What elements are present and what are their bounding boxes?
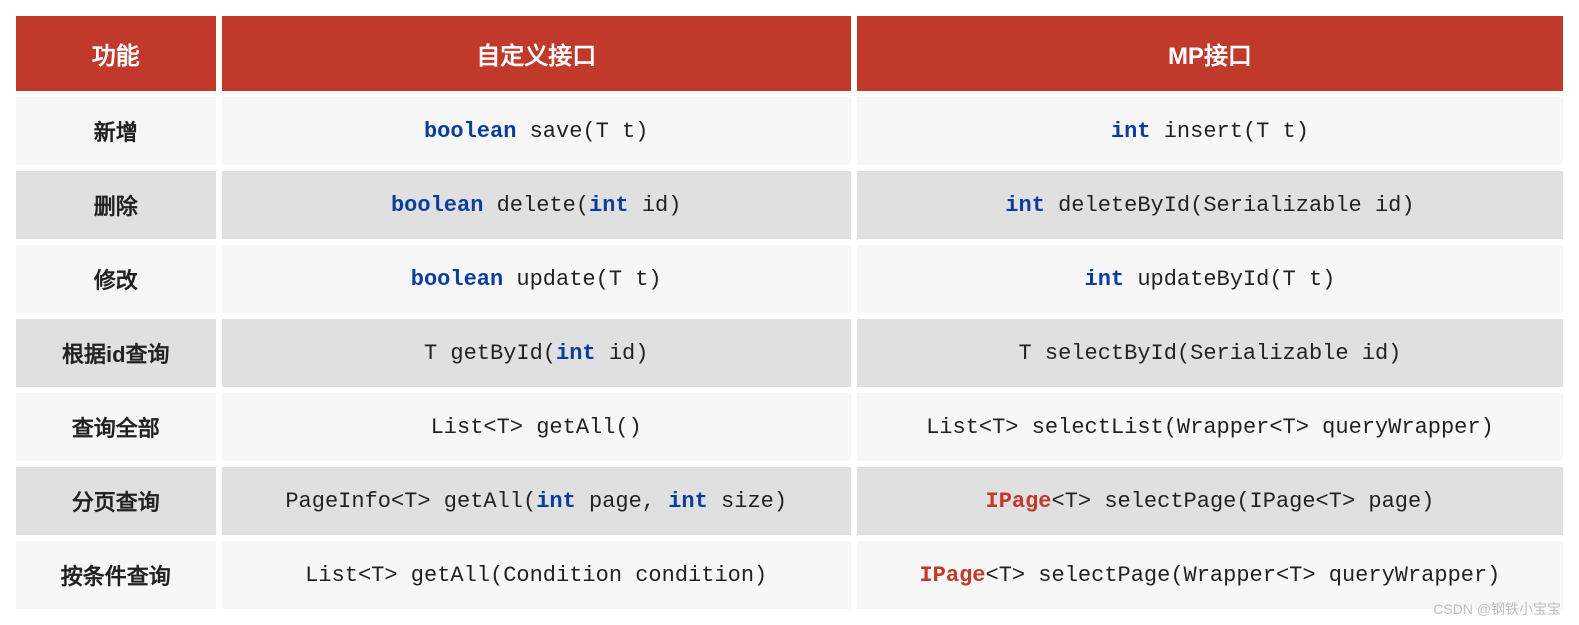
table-row: 修改boolean update(T t)int updateById(T t) xyxy=(16,245,1563,313)
custom-api-cell: List<T> getAll() xyxy=(222,393,851,461)
table-header-row: 功能 自定义接口 MP接口 xyxy=(16,16,1563,91)
row-label: 按条件查询 xyxy=(16,541,216,609)
table-row: 查询全部List<T> getAll()List<T> selectList(W… xyxy=(16,393,1563,461)
table-row: 新增boolean save(T t)int insert(T t) xyxy=(16,97,1563,165)
mp-api-cell: IPage<T> selectPage(IPage<T> page) xyxy=(857,467,1563,535)
custom-api-cell: T getById(int id) xyxy=(222,319,851,387)
mp-api-cell: int updateById(T t) xyxy=(857,245,1563,313)
row-label: 删除 xyxy=(16,171,216,239)
mp-api-cell: IPage<T> selectPage(Wrapper<T> queryWrap… xyxy=(857,541,1563,609)
custom-api-cell: List<T> getAll(Condition condition) xyxy=(222,541,851,609)
mp-api-cell: int deleteById(Serializable id) xyxy=(857,171,1563,239)
custom-api-cell: boolean update(T t) xyxy=(222,245,851,313)
custom-api-cell: boolean delete(int id) xyxy=(222,171,851,239)
row-label: 修改 xyxy=(16,245,216,313)
header-custom: 自定义接口 xyxy=(222,16,851,91)
header-fn: 功能 xyxy=(16,16,216,91)
table-row: 按条件查询List<T> getAll(Condition condition)… xyxy=(16,541,1563,609)
api-compare-table: 功能 自定义接口 MP接口 新增boolean save(T t)int ins… xyxy=(10,10,1569,615)
custom-api-cell: boolean save(T t) xyxy=(222,97,851,165)
row-label: 查询全部 xyxy=(16,393,216,461)
mp-api-cell: List<T> selectList(Wrapper<T> queryWrapp… xyxy=(857,393,1563,461)
table-row: 分页查询PageInfo<T> getAll(int page, int siz… xyxy=(16,467,1563,535)
mp-api-cell: int insert(T t) xyxy=(857,97,1563,165)
mp-api-cell: T selectById(Serializable id) xyxy=(857,319,1563,387)
table-row: 删除boolean delete(int id)int deleteById(S… xyxy=(16,171,1563,239)
table-row: 根据id查询T getById(int id)T selectById(Seri… xyxy=(16,319,1563,387)
row-label: 新增 xyxy=(16,97,216,165)
row-label: 根据id查询 xyxy=(16,319,216,387)
custom-api-cell: PageInfo<T> getAll(int page, int size) xyxy=(222,467,851,535)
header-mp: MP接口 xyxy=(857,16,1563,91)
row-label: 分页查询 xyxy=(16,467,216,535)
